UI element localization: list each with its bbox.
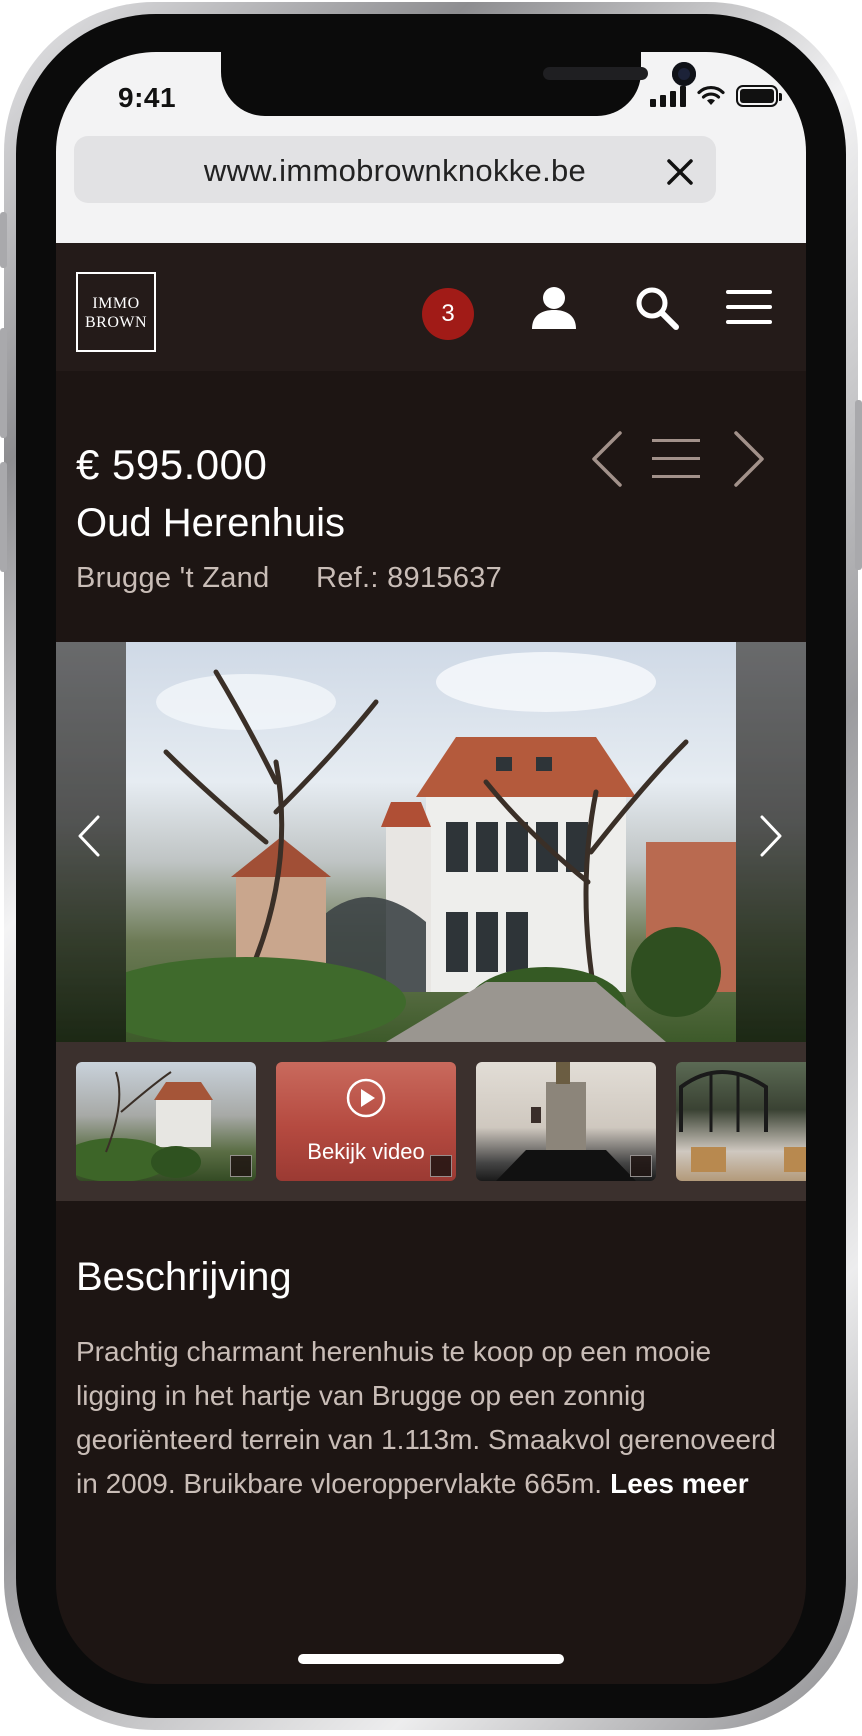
status-icons xyxy=(650,85,782,107)
silent-switch xyxy=(0,212,7,268)
description-heading: Beschrijving xyxy=(76,1255,292,1299)
watermark-logo xyxy=(230,1155,252,1177)
speaker xyxy=(543,67,648,80)
watermark-logo xyxy=(630,1155,652,1177)
thumbnail-image xyxy=(496,1062,636,1181)
photo-gallery[interactable] xyxy=(56,642,806,1042)
menu-icon[interactable] xyxy=(726,288,772,326)
thumbnail-conservatory[interactable] xyxy=(676,1062,806,1181)
battery-icon xyxy=(736,85,782,107)
read-more-link[interactable]: Lees meer xyxy=(610,1468,749,1499)
thumbnail-hallway[interactable] xyxy=(476,1062,656,1181)
previous-property-icon[interactable] xyxy=(590,429,624,489)
property-title: Oud Herenhuis xyxy=(76,501,346,545)
close-icon[interactable] xyxy=(664,156,696,188)
search-icon[interactable] xyxy=(634,285,680,331)
logo-line-2: BROWN xyxy=(84,314,148,331)
immo-brown-logo[interactable]: IMMO BROWN xyxy=(76,272,156,352)
wifi-icon xyxy=(697,85,725,105)
main-property-photo[interactable] xyxy=(86,642,736,1042)
thumbnail-image xyxy=(679,1070,806,1172)
address-bar[interactable]: www.immobrownknokke.be xyxy=(74,136,716,203)
volume-down-button xyxy=(0,462,7,572)
thumbnail-video[interactable]: Bekijk video xyxy=(276,1062,456,1181)
gallery-previous-icon[interactable] xyxy=(76,814,102,858)
play-icon xyxy=(346,1078,386,1118)
notch xyxy=(221,52,696,116)
home-indicator[interactable] xyxy=(298,1654,564,1664)
cellular-signal-icon xyxy=(650,85,686,107)
list-view-icon[interactable] xyxy=(652,437,700,481)
property-price: € 595.000 xyxy=(76,441,268,488)
user-icon[interactable] xyxy=(530,285,578,331)
property-location: Brugge 't Zand xyxy=(76,562,270,594)
screen: 9:41 www.immobrownknokke.be IMMO BROWN 3 xyxy=(56,52,806,1684)
thumbnail-exterior[interactable] xyxy=(76,1062,256,1181)
description-body: Prachtig charmant herenhuis te koop op e… xyxy=(76,1330,796,1506)
video-label: Bekijk video xyxy=(307,1139,425,1164)
thumbnail-image xyxy=(76,1071,213,1181)
favorites-count-badge[interactable]: 3 xyxy=(422,288,474,340)
logo-line-1: IMMO xyxy=(92,295,140,312)
property-reference: Ref.: 8915637 xyxy=(316,562,503,594)
volume-up-button xyxy=(0,328,7,438)
next-property-icon[interactable] xyxy=(732,429,766,489)
browser-chrome: 9:41 www.immobrownknokke.be xyxy=(56,52,806,243)
house-illustration xyxy=(86,652,736,1042)
status-time: 9:41 xyxy=(118,82,177,113)
watermark-logo xyxy=(430,1155,452,1177)
front-camera xyxy=(672,62,696,86)
url-text: www.immobrownknokke.be xyxy=(203,153,587,188)
power-button xyxy=(855,400,862,570)
gallery-next-icon[interactable] xyxy=(758,814,784,858)
property-header: € 595.000 Oud Herenhuis Brugge 't Zand R… xyxy=(56,371,806,636)
site-header: IMMO BROWN 3 xyxy=(56,243,806,371)
thumbnail-strip: Bekijk video xyxy=(56,1042,806,1201)
